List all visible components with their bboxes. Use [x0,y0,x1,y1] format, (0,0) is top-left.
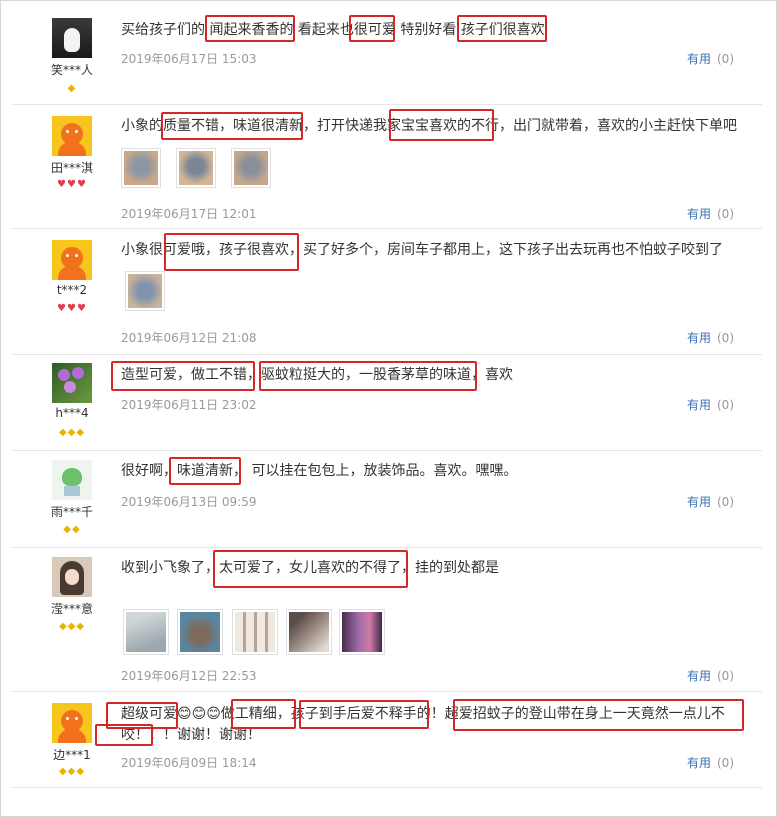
review-photo[interactable] [231,148,271,188]
username[interactable]: t***2 [32,283,112,297]
useful-label[interactable]: 有用 [687,398,711,412]
review-photo[interactable] [121,148,161,188]
member-level-icon: ♥♥♥ [57,303,87,314]
avatar[interactable] [52,116,92,156]
useful-button[interactable]: 有用 (0) [687,205,734,222]
review-item: 田***淇 ♥♥♥ 小象的质量不错，味道很清新，打开快递我家宝宝喜欢的不行，出门… [12,104,762,229]
review-date: 2019年06月11日 23:02 [121,398,257,412]
review-date: 2019年06月17日 12:01 [121,207,257,221]
review-list: 笑***人 ◆ 买给孩子们的 闻起来香香的 看起来也很可爱 特别好看 孩子们很喜… [0,0,777,817]
useful-count: (0) [717,495,734,509]
member-level-icon: ◆ [67,83,77,94]
review-text: 买给孩子们的 闻起来香香的 看起来也很可爱 特别好看 孩子们很喜欢 [121,22,545,38]
useful-label[interactable]: 有用 [687,52,711,66]
avatar[interactable] [52,460,92,500]
member-level-icon: ◆◆◆ [58,621,86,632]
review-photo[interactable] [125,271,165,311]
useful-button[interactable]: 有用 (0) [687,754,734,771]
username[interactable]: 滢***意 [32,600,112,617]
useful-count: (0) [717,398,734,412]
member-level-icon: ◆◆◆ [58,766,86,777]
review-photo[interactable] [339,609,385,655]
review-item: 雨***千 ◆◆ 很好啊，味道清新， 可以挂在包包上，放装饰品。喜欢。嘿嘿。 2… [12,450,762,548]
useful-label[interactable]: 有用 [687,331,711,345]
username[interactable]: 笑***人 [32,61,112,78]
review-text: 造型可爱，做工不错，驱蚊粒挺大的，一股香茅草的味道，喜欢 [121,367,513,383]
review-photo[interactable] [123,609,169,655]
review-text: 超级可爱😊😊😊做工精细，孩子到手后爱不释手的！超爱招蚊子的登山带在身上一天竟然一… [121,706,725,722]
useful-count: (0) [717,669,734,683]
review-date: 2019年06月12日 22:53 [121,669,257,683]
member-level-icon: ♥♥♥ [57,179,87,190]
avatar[interactable] [52,557,92,597]
useful-button[interactable]: 有用 (0) [687,329,734,346]
useful-button[interactable]: 有用 (0) [687,667,734,684]
useful-button[interactable]: 有用 (0) [687,493,734,510]
review-text-continued: 咬！！！谢谢！谢谢！ [121,727,261,743]
review-item: 边***1 ◆◆◆ 超级可爱😊😊😊做工精细，孩子到手后爱不释手的！超爱招蚊子的登… [12,691,762,788]
avatar[interactable] [52,703,92,743]
username[interactable]: 雨***千 [32,503,112,520]
username[interactable]: 田***淇 [32,159,112,176]
review-photo[interactable] [232,609,278,655]
useful-label[interactable]: 有用 [687,495,711,509]
review-date: 2019年06月13日 09:59 [121,495,257,509]
review-photo[interactable] [286,609,332,655]
member-level-icon: ◆◆◆ [58,427,86,438]
useful-button[interactable]: 有用 (0) [687,396,734,413]
avatar[interactable] [52,240,92,280]
review-text: 很好啊，味道清新， 可以挂在包包上，放装饰品。喜欢。嘿嘿。 [121,463,518,479]
useful-button[interactable]: 有用 (0) [687,50,734,67]
review-photo[interactable] [176,148,216,188]
review-text: 收到小飞象了，太可爱了，女儿喜欢的不得了，挂的到处都是 [121,560,499,576]
review-date: 2019年06月09日 18:14 [121,756,257,770]
review-item: 滢***意 ◆◆◆ 收到小飞象了，太可爱了，女儿喜欢的不得了，挂的到处都是 20… [12,547,762,692]
useful-count: (0) [717,207,734,221]
review-item: t***2 ♥♥♥ 小象很可爱哦，孩子很喜欢，买了好多个，房间车子都用上，这下孩… [12,228,762,355]
username[interactable]: h***4 [32,406,112,420]
useful-count: (0) [717,52,734,66]
avatar[interactable] [52,18,92,58]
member-level-icon: ◆◆ [63,524,81,535]
review-text: 小象的质量不错，味道很清新，打开快递我家宝宝喜欢的不行，出门就带着，喜欢的小主赶… [121,118,737,134]
review-date: 2019年06月12日 21:08 [121,331,257,345]
useful-label[interactable]: 有用 [687,669,711,683]
review-item: 笑***人 ◆ 买给孩子们的 闻起来香香的 看起来也很可爱 特别好看 孩子们很喜… [12,8,762,105]
review-date: 2019年06月17日 15:03 [121,52,257,66]
review-item: h***4 ◆◆◆ 造型可爱，做工不错，驱蚊粒挺大的，一股香茅草的味道，喜欢 2… [12,354,762,451]
review-photo[interactable] [177,609,223,655]
useful-count: (0) [717,756,734,770]
useful-count: (0) [717,331,734,345]
useful-label[interactable]: 有用 [687,756,711,770]
review-text: 小象很可爱哦，孩子很喜欢，买了好多个，房间车子都用上，这下孩子出去玩再也不怕蚊子… [121,242,723,258]
avatar[interactable] [52,363,92,403]
username[interactable]: 边***1 [32,746,112,763]
useful-label[interactable]: 有用 [687,207,711,221]
